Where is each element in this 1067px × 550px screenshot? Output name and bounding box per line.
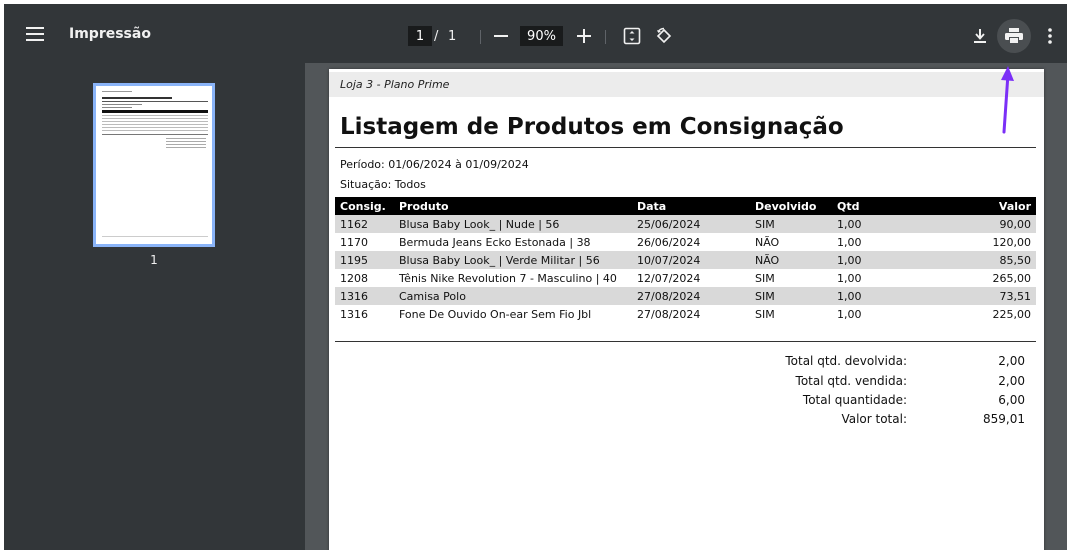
cell-returned: SIM <box>750 215 832 233</box>
cell-product: Camisa Polo <box>394 287 632 305</box>
total-returned-value: 2,00 <box>998 354 1025 368</box>
thumbnail-sidebar: 1 <box>4 63 305 550</box>
fit-to-page-button[interactable] <box>622 26 642 46</box>
cell-qty: 1,00 <box>832 215 904 233</box>
cell-returned: NÃO <box>755 235 780 249</box>
cell-value: 90,00 <box>904 215 1036 233</box>
total-value-label: Valor total: <box>841 412 907 426</box>
totals-divider <box>335 341 1036 342</box>
print-icon <box>1005 28 1023 44</box>
total-sold-value: 2,00 <box>998 374 1025 388</box>
report-title: Listagem de Produtos em Consignação <box>340 114 844 140</box>
cell-value: 73,51 <box>904 287 1036 305</box>
page-separator: / <box>434 28 439 44</box>
total-sold-label: Total qtd. vendida: <box>795 374 907 388</box>
cell-date: 27/08/2024 <box>637 307 701 321</box>
cell-consig: 1195 <box>335 251 394 269</box>
cell-consig: 1162 <box>335 215 394 233</box>
menu-icon[interactable] <box>26 4 44 63</box>
table-row: 1170 Bermuda Jeans Ecko Estonada | 38 26… <box>335 233 1036 251</box>
cell-returned: SIM <box>755 307 775 321</box>
plus-icon <box>577 29 591 43</box>
table-row: 1208 Tênis Nike Revolution 7 - Masculino… <box>335 269 1036 287</box>
download-icon <box>974 29 986 43</box>
total-quantity-label: Total quantidade: <box>802 393 907 407</box>
page-total: 1 <box>448 28 457 44</box>
zoom-in-button[interactable] <box>575 26 593 46</box>
download-button[interactable] <box>970 26 990 46</box>
cell-date: 25/06/2024 <box>632 215 750 233</box>
page-thumbnail[interactable] <box>93 83 215 247</box>
cell-product: Blusa Baby Look_ | Verde Militar | 56 <box>394 251 632 269</box>
cell-product: Blusa Baby Look_ | Nude | 56 <box>394 215 632 233</box>
annotation-arrow <box>1001 66 1014 134</box>
total-value-amount: 859,01 <box>983 412 1025 426</box>
column-header: Valor <box>904 197 1036 215</box>
column-header: Consig. <box>335 197 394 215</box>
pdf-viewer: Impressão 1 / 1 90% 1 Loja 3 - Plano Pri… <box>4 4 1067 550</box>
rotate-icon <box>656 27 672 44</box>
fit-to-page-icon <box>623 27 641 45</box>
table-header-row: Consig. Produto Data Devolvido Qtd Valor <box>335 197 1036 215</box>
store-name: Loja 3 - Plano Prime <box>340 78 450 91</box>
cell-product: Bermuda Jeans Ecko Estonada | 38 <box>399 235 591 249</box>
table-row: 1316 Camisa Polo 27/08/2024 SIM 1,00 73,… <box>335 287 1036 305</box>
rotate-button[interactable] <box>654 26 674 46</box>
cell-value: 225,00 <box>992 307 1032 321</box>
cell-qty: 1,00 <box>837 307 862 321</box>
column-header: Devolvido <box>750 197 832 215</box>
cell-returned: SIM <box>755 271 775 285</box>
cell-consig: 1316 <box>335 287 394 305</box>
cell-date: 12/07/2024 <box>637 271 701 285</box>
minus-icon <box>494 35 508 37</box>
zoom-out-button[interactable] <box>492 26 510 46</box>
cell-value: 85,50 <box>904 251 1036 269</box>
table-row: 1195 Blusa Baby Look_ | Verde Militar | … <box>335 251 1036 269</box>
table-row: 1162 Blusa Baby Look_ | Nude | 56 25/06/… <box>335 215 1036 233</box>
cell-consig: 1208 <box>340 271 368 285</box>
toolbar-divider <box>480 30 481 44</box>
zoom-level-input[interactable]: 90% <box>520 26 563 46</box>
toolbar: Impressão 1 / 1 90% <box>4 4 1067 63</box>
cell-qty: 1,00 <box>832 251 904 269</box>
column-header: Produto <box>394 197 632 215</box>
cell-returned: SIM <box>750 287 832 305</box>
cell-date: 26/06/2024 <box>637 235 701 249</box>
cell-value: 265,00 <box>992 271 1032 285</box>
page-number-input[interactable]: 1 <box>408 26 432 46</box>
toolbar-divider <box>605 30 606 44</box>
column-header: Data <box>632 197 750 215</box>
title-divider <box>335 147 1036 148</box>
cell-returned: NÃO <box>750 251 832 269</box>
cell-value: 120,00 <box>992 235 1032 249</box>
report-status-filter: Situação: Todos <box>340 178 426 191</box>
cell-consig: 1170 <box>340 235 368 249</box>
thumbnail-page-number: 1 <box>150 253 158 267</box>
cell-qty: 1,00 <box>832 287 904 305</box>
more-vertical-icon <box>1048 28 1052 44</box>
total-returned-label: Total qtd. devolvida: <box>785 354 907 368</box>
cell-product: Tênis Nike Revolution 7 - Masculino | 40 <box>399 271 617 285</box>
table-row: 1316 Fone De Ouvido On-ear Sem Fio Jbl 2… <box>335 305 1036 323</box>
cell-date: 27/08/2024 <box>632 287 750 305</box>
total-quantity-value: 6,00 <box>998 393 1025 407</box>
report-period: Período: 01/06/2024 à 01/09/2024 <box>340 158 529 171</box>
cell-qty: 1,00 <box>837 235 862 249</box>
more-options-button[interactable] <box>1040 26 1060 46</box>
products-table: Consig. Produto Data Devolvido Qtd Valor… <box>335 197 1036 323</box>
cell-qty: 1,00 <box>837 271 862 285</box>
cell-consig: 1316 <box>340 307 368 321</box>
cell-date: 10/07/2024 <box>632 251 750 269</box>
cell-product: Fone De Ouvido On-ear Sem Fio Jbl <box>399 307 592 321</box>
document-title: Impressão <box>69 25 151 42</box>
document-page: Loja 3 - Plano Prime Listagem de Produto… <box>329 69 1044 550</box>
print-button[interactable] <box>997 19 1031 53</box>
column-header: Qtd <box>832 197 904 215</box>
